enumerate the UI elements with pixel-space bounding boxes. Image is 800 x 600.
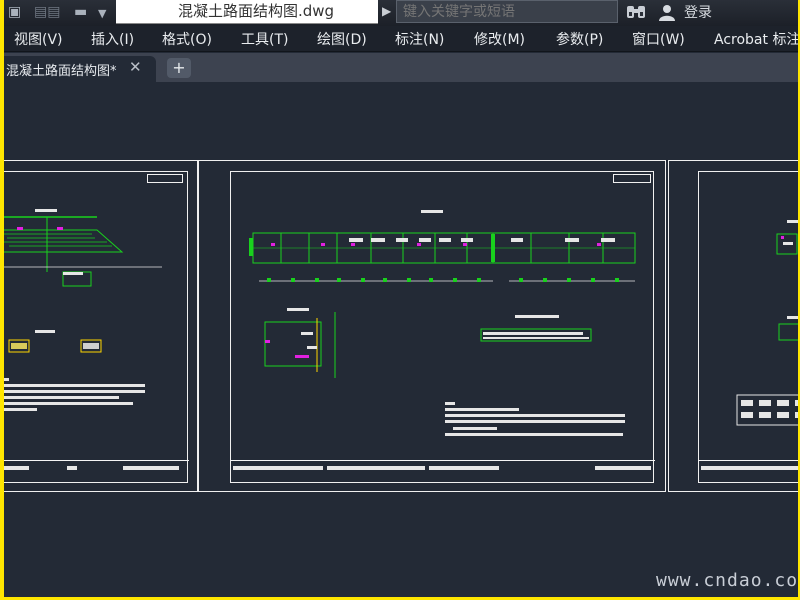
menu-bar: 视图(V) 插入(I) 格式(O) 工具(T) 绘图(D) 标注(N) 修改(M… [4,26,798,52]
binoculars-icon[interactable] [626,3,646,20]
qat-redo-icon[interactable]: ▬ [74,4,87,20]
user-icon[interactable] [658,3,676,21]
document-tab-label: 混凝土路面结构图* [6,64,117,79]
qat-tools-icon[interactable]: ▤▤ [34,4,60,20]
sheet-center-border [230,171,655,483]
quick-access-toolbar: ▣ ▤▤ ▬ ▼ [4,2,114,24]
document-tab-bar: 混凝土路面结构图* ✕ + [4,53,798,82]
menu-format[interactable]: 格式(O) [162,29,212,49]
menu-dimension[interactable]: 标注(N) [395,29,444,49]
search-arrow-icon[interactable]: ▶ [382,4,391,18]
sheet-left-border [4,171,189,483]
menu-parametric[interactable]: 参数(P) [556,29,603,49]
search-input[interactable] [396,0,618,23]
menu-draw[interactable]: 绘图(D) [317,29,367,49]
menu-acrobat[interactable]: Acrobat 标注 [714,29,798,49]
watermark: www.cndao.com [656,570,798,591]
sheet-left-graphics [4,209,179,470]
qat-dropdown-icon[interactable]: ▼ [98,7,106,20]
drawing-canvas[interactable]: www.cndao.com [4,82,798,597]
sheet-right-border [698,171,798,483]
menu-view[interactable]: 视图(V) [14,29,63,49]
menu-tools[interactable]: 工具(T) [241,29,288,49]
menu-modify[interactable]: 修改(M) [474,29,525,49]
document-title: 混凝土路面结构图.dwg [178,2,335,20]
menu-insert[interactable]: 插入(I) [91,29,134,49]
document-title-box: 混凝土路面结构图.dwg [116,0,378,24]
app-menu-icon[interactable]: ▣ [8,4,21,20]
tab-close-icon[interactable]: ✕ [129,58,142,76]
sheet-center-graphics [233,210,651,470]
title-bar: ▣ ▤▤ ▬ ▼ 混凝土路面结构图.dwg ▶ 登录 [4,0,798,26]
new-tab-icon[interactable]: + [167,58,191,78]
sheet-right-graphics [701,220,798,470]
document-tab[interactable]: 混凝土路面结构图* ✕ [4,56,156,82]
autocad-window: ▣ ▤▤ ▬ ▼ 混凝土路面结构图.dwg ▶ 登录 视图(V) 插入(I) 格… [4,0,798,597]
menu-window[interactable]: 窗口(W) [632,29,685,49]
login-link[interactable]: 登录 [684,2,712,22]
